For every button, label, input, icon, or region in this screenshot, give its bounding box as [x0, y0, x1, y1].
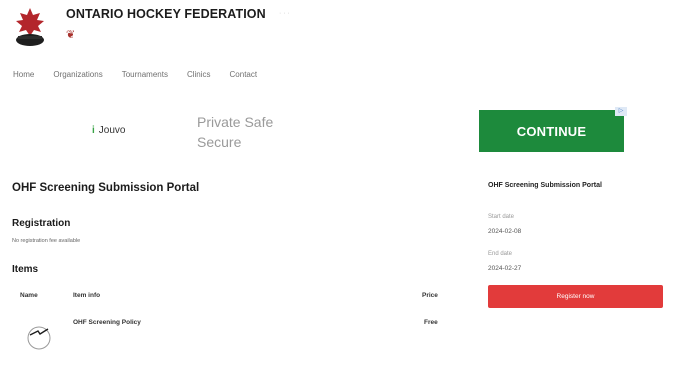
start-date-label: Start date	[488, 214, 515, 220]
document-icon	[27, 326, 51, 350]
registration-note: No registration fee available	[12, 238, 81, 244]
register-now-button[interactable]: Register now	[488, 285, 663, 308]
org-name[interactable]: ONTARIO HOCKEY FEDERATION	[66, 7, 266, 21]
column-header-price: Price	[422, 292, 438, 299]
ohf-logo-icon[interactable]	[10, 6, 50, 48]
ad-choices-icon[interactable]: ▷	[615, 107, 627, 116]
ad-tagline: Private Safe Secure	[197, 114, 274, 150]
ad-brand[interactable]: i Jouvo	[92, 125, 125, 136]
header-extra: · · ·	[279, 10, 290, 17]
ad-brand-label: Jouvo	[98, 125, 126, 136]
column-header-item-info: Item info	[73, 292, 101, 299]
column-header-name: Name	[20, 292, 38, 299]
nav-clinics[interactable]: Clinics	[187, 70, 211, 79]
end-date-label: End date	[488, 251, 513, 257]
ad-brand-leaf-icon: i	[92, 125, 95, 136]
end-date-value: 2024-02-27	[488, 265, 522, 272]
registration-heading: Registration	[12, 218, 71, 229]
main-nav: Home Organizations Tournaments Clinics C…	[13, 70, 276, 79]
page-title: OHF Screening Submission Portal	[12, 182, 200, 194]
items-heading: Items	[12, 264, 39, 275]
site-header: ONTARIO HOCKEY FEDERATION · · · ❦	[0, 0, 683, 58]
sidebar-title: OHF Screening Submission Portal	[488, 182, 602, 189]
ad-continue-button[interactable]: CONTINUE	[479, 110, 624, 152]
item-price: Free	[424, 319, 438, 326]
item-title[interactable]: OHF Screening Policy	[73, 319, 141, 326]
nav-tournaments[interactable]: Tournaments	[122, 70, 168, 79]
start-date-value: 2024-02-08	[488, 228, 522, 235]
maple-leaf-icon: ❦	[66, 29, 76, 41]
nav-organizations[interactable]: Organizations	[53, 70, 102, 79]
nav-contact[interactable]: Contact	[230, 70, 258, 79]
nav-home[interactable]: Home	[13, 70, 34, 79]
